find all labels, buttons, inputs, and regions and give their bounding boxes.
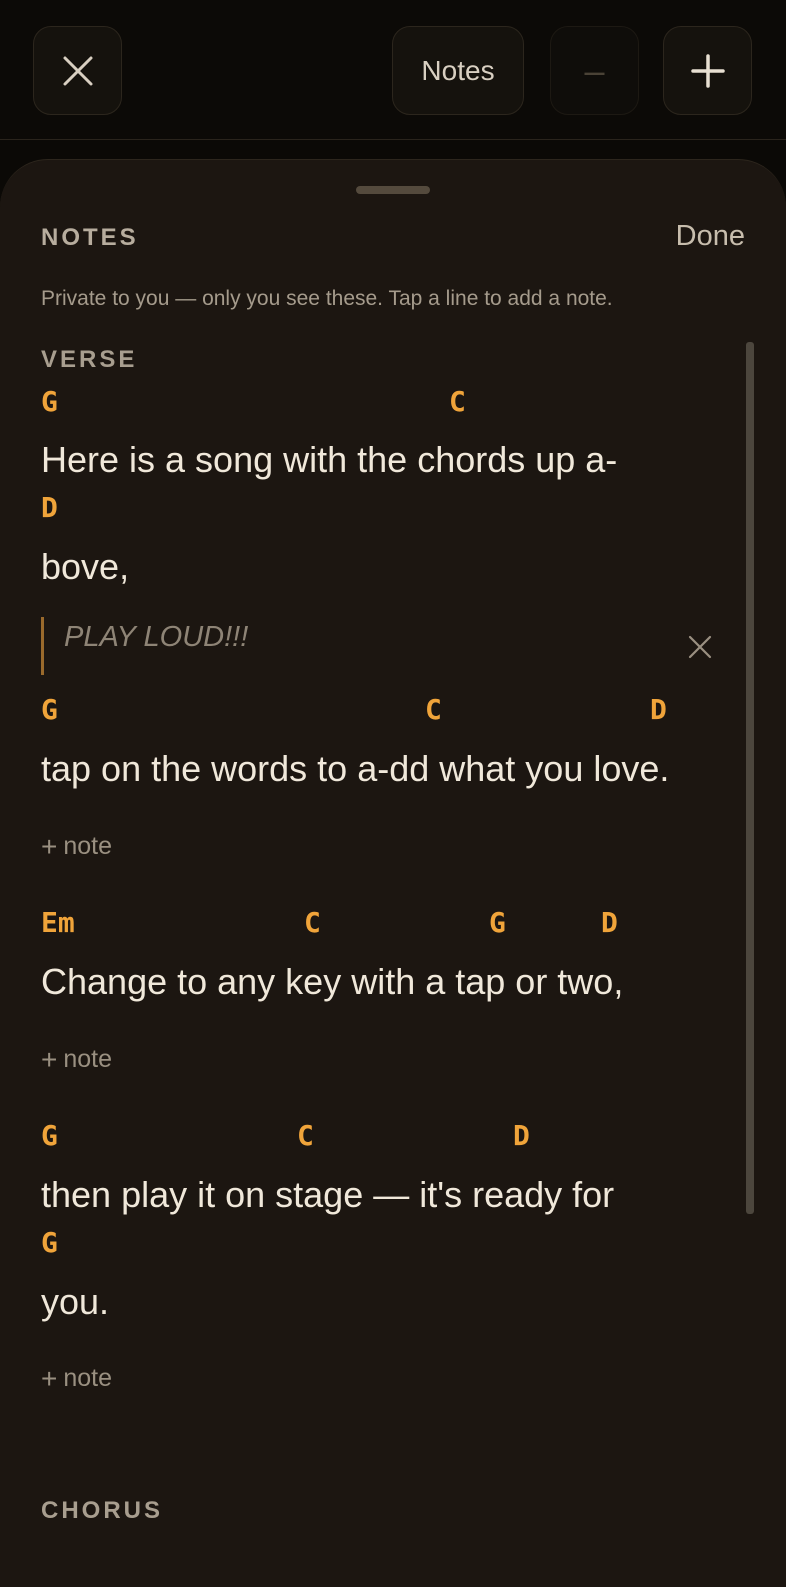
chord: D	[650, 693, 667, 726]
chord: C	[425, 693, 442, 726]
notes-button-label: Notes	[421, 54, 495, 86]
lyric-line[interactable]: Change to any key with a tap or two,	[41, 964, 623, 1000]
decrease-button[interactable]: –	[550, 26, 639, 115]
chord: G	[41, 693, 58, 726]
lyric-line[interactable]: bove,	[41, 549, 129, 585]
minus-label: –	[584, 49, 605, 91]
chord: D	[41, 491, 58, 524]
lyric-line[interactable]: you.	[41, 1284, 109, 1320]
close-icon	[63, 56, 92, 85]
note-text[interactable]: PLAY LOUD!!!	[64, 621, 248, 654]
done-button[interactable]: Done	[676, 220, 745, 253]
chord: D	[601, 906, 618, 939]
chord: G	[41, 1119, 58, 1152]
chord: C	[304, 906, 321, 939]
sheet-hint: Private to you — only you see these. Tap…	[41, 287, 613, 310]
chord: G	[489, 906, 506, 939]
chord: D	[513, 1119, 530, 1152]
lyric-line[interactable]: tap on the words to a-dd what you love.	[41, 751, 669, 787]
plus-icon: +	[41, 1362, 58, 1394]
top-toolbar: Notes –	[0, 0, 786, 140]
scrollbar[interactable]	[746, 342, 754, 1214]
increase-button[interactable]	[663, 26, 752, 115]
chord: Em	[41, 906, 75, 939]
chord: G	[41, 385, 58, 418]
chord: C	[297, 1119, 314, 1152]
add-note-label: note	[63, 832, 113, 860]
remove-note-icon[interactable]	[687, 634, 713, 660]
notes-button[interactable]: Notes	[392, 26, 524, 115]
lyric-line[interactable]: Here is a song with the chords up a-	[41, 442, 617, 478]
plus-icon: +	[41, 1043, 58, 1075]
section-label-verse: VERSE	[41, 346, 138, 373]
notes-sheet: NOTES Done Private to you — only you see…	[0, 159, 786, 1587]
plus-icon: +	[41, 830, 58, 862]
plus-icon	[690, 53, 725, 88]
line-note[interactable]: PLAY LOUD!!!	[41, 617, 731, 675]
sheet-grabber[interactable]	[356, 186, 430, 194]
add-note-button[interactable]: + note	[41, 1045, 112, 1074]
lyric-line[interactable]: then play it on stage — it's ready for	[41, 1177, 614, 1213]
add-note-button[interactable]: + note	[41, 832, 112, 861]
section-label-chorus: CHORUS	[41, 1497, 164, 1524]
close-button[interactable]	[33, 26, 122, 115]
add-note-button[interactable]: + note	[41, 1364, 112, 1393]
chord: G	[41, 1226, 58, 1259]
sheet-title: NOTES	[41, 224, 139, 251]
add-note-label: note	[63, 1364, 113, 1392]
add-note-label: note	[63, 1045, 113, 1073]
chord: C	[449, 385, 466, 418]
